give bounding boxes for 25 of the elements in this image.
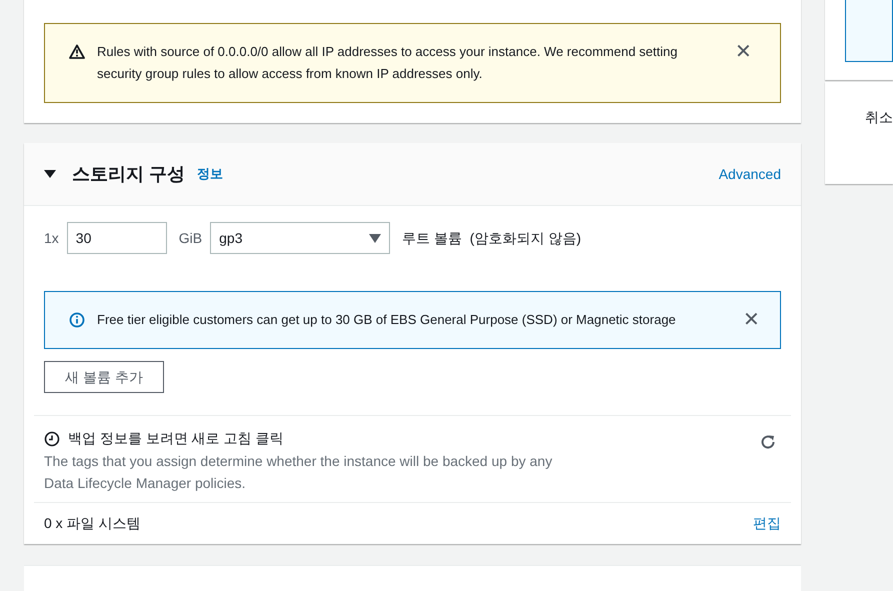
cancel-button[interactable]: 취소 xyxy=(865,107,893,128)
volume-description: 루트 볼륨 (암호화되지 않음) xyxy=(402,228,582,248)
clock-icon xyxy=(44,430,60,446)
file-system-count: 0 x 파일 시스템 xyxy=(44,514,140,533)
alert-message: Rules with source of 0.0.0.0/0 allow all IP addresses to access your instance. We recommend setting security group rules to allow access from known IP addresses only. xyxy=(97,43,678,83)
caret-icon xyxy=(369,234,382,242)
add-volume-button[interactable]: 새 볼륨 추가 xyxy=(44,361,164,393)
advanced-link[interactable]: Advanced xyxy=(718,164,781,184)
backup-title: 백업 정보를 보려면 새로 고침 클릭 xyxy=(68,429,284,448)
warning-icon xyxy=(69,44,85,59)
caret-icon[interactable] xyxy=(44,169,56,179)
volume-type-select[interactable]: gp3 xyxy=(210,222,390,254)
backup-description: The tags that you assign determine whether the instance will be backed up by any Data Lifecycle Manager policies. xyxy=(44,452,554,493)
volume-count: 1x xyxy=(44,228,59,248)
refresh-icon[interactable] xyxy=(759,433,777,451)
alert-message: Free tier eligible customers can get up to 30 GB of EBS General Purpose (SSD) or Magnetic storage xyxy=(97,311,677,329)
info-panel xyxy=(845,0,893,62)
size-input[interactable]: 30 xyxy=(66,222,167,254)
section-title: 스토리지 구성 xyxy=(72,162,186,186)
info-link[interactable]: 정보 xyxy=(197,164,224,184)
edit-link[interactable]: 편집 xyxy=(753,513,781,534)
close-button[interactable]: ✕ xyxy=(739,309,764,331)
close-button[interactable]: ✕ xyxy=(731,41,756,63)
unit-label: GiB xyxy=(178,228,202,248)
info-icon xyxy=(69,312,85,328)
